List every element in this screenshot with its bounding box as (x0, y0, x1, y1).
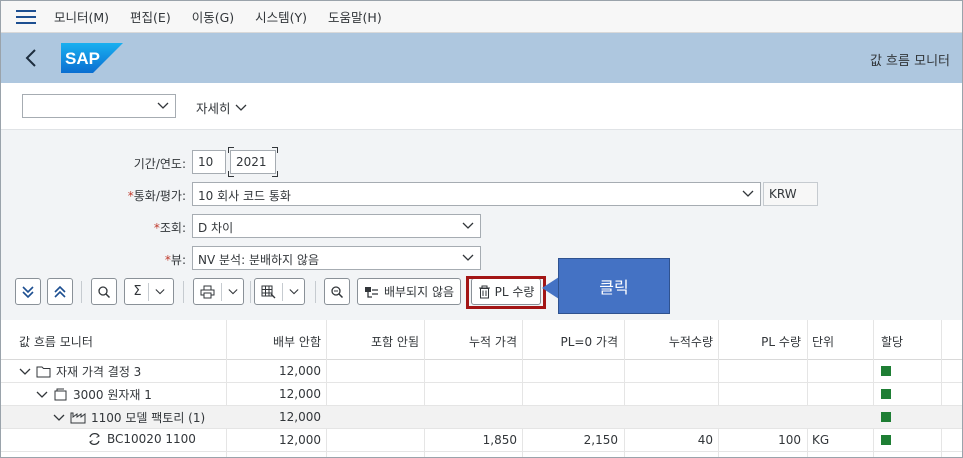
layout-select[interactable]: NV 분석: 분배하지 않음 (192, 246, 481, 270)
col-header-pl0-price[interactable]: PL=0 가격 (523, 333, 618, 350)
currency-label: *통화/평가: (127, 189, 186, 203)
sap-logo: SAP (61, 43, 123, 73)
table-row[interactable]: 자재 가격 결정 3 12,000 (1, 360, 962, 383)
chevron-down-icon (157, 102, 169, 109)
status-indicator (881, 435, 891, 445)
print-menu-button[interactable] (193, 278, 244, 305)
row-name: 1100 모델 팩토리 (1) (91, 411, 206, 425)
cell-unallocated: 12,000 (279, 410, 321, 424)
expand-all-button[interactable] (15, 278, 41, 305)
collapse-all-button[interactable] (47, 278, 73, 305)
table-row[interactable]: BC10020 1100 12,000 1,850 2,150 40 100 K… (1, 429, 962, 452)
table-row[interactable]: 3000 원자재 1 12,000 (1, 383, 962, 406)
status-indicator (881, 412, 891, 422)
material-cycle-icon (89, 432, 100, 446)
period-field[interactable]: 10 (192, 150, 226, 174)
row-name: BC10020 1100 (107, 432, 196, 446)
table-row[interactable]: 1100 모델 팩토리 (1) 12,000 (1, 406, 962, 429)
status-indicator (881, 389, 891, 399)
toolbar-separator (183, 281, 184, 303)
cell-pl0-price: 2,150 (583, 433, 618, 447)
chevron-down-icon (462, 254, 474, 261)
printer-icon (200, 285, 214, 298)
menu-item-monitor[interactable]: 모니터(M) (54, 7, 109, 26)
details-label: 자세히 (196, 101, 231, 116)
search-icon (98, 285, 111, 298)
zoom-button[interactable] (324, 278, 350, 305)
chevron-down-icon (462, 222, 474, 229)
menu-item-system[interactable]: 시스템(Y) (255, 7, 307, 26)
variant-select[interactable] (22, 94, 176, 118)
chevron-down-icon (235, 104, 246, 111)
variant-row: 자세히 (1, 83, 962, 130)
menu-bar: 모니터(M) 편집(E) 이동(G) 시스템(Y) 도움말(H) (1, 1, 962, 33)
hamburger-menu-icon[interactable] (16, 9, 36, 24)
unallocated-label: 배부되지 않음 (383, 285, 455, 299)
row-name: 자재 가격 결정 3 (56, 365, 142, 379)
menu-item-edit[interactable]: 편집(E) (130, 7, 171, 26)
shell-header: SAP 값 흐름 모니터 (1, 33, 962, 83)
zoom-icon (331, 285, 344, 298)
chevron-down-icon[interactable] (36, 389, 48, 401)
currency-select[interactable]: 10 회사 코드 통화 (192, 182, 761, 206)
row-name: 3000 원자재 1 (73, 388, 152, 402)
cell-unallocated: 12,000 (279, 387, 321, 401)
value-flow-table: 값 흐름 모니터 배부 안함 포함 안됨 누적 가격 PL=0 가격 누적수량 … (1, 320, 962, 457)
svg-text:SAP: SAP (65, 49, 100, 68)
details-toggle[interactable]: 자세히 (196, 98, 247, 117)
grid-export-icon (261, 285, 275, 298)
cell-cum-price: 1,850 (482, 433, 517, 447)
chevron-down-icon (155, 288, 165, 294)
col-header-excluded[interactable]: 포함 안됨 (327, 333, 419, 350)
double-chevron-down-icon (22, 285, 34, 298)
col-header-cum-price[interactable]: 누적 가격 (425, 333, 517, 350)
table-header: 값 흐름 모니터 배부 안함 포함 안됨 누적 가격 PL=0 가격 누적수량 … (1, 320, 962, 360)
sum-menu-button[interactable]: Σ (124, 278, 174, 305)
find-button[interactable] (91, 278, 117, 305)
col-header-unallocated[interactable]: 배부 안함 (227, 333, 321, 350)
allocation-icon (364, 286, 378, 298)
period-label: 기간/연도: (133, 157, 186, 171)
folder-icon (36, 366, 51, 378)
double-chevron-up-icon (54, 285, 66, 298)
chevron-down-icon[interactable] (53, 412, 65, 424)
layout-label: *뷰: (164, 253, 186, 267)
callout-pointer (542, 277, 559, 299)
cell-unallocated: 12,000 (279, 433, 321, 447)
currency-code: KRW (763, 182, 818, 206)
sigma-icon: Σ (133, 284, 142, 299)
export-menu-button[interactable] (254, 278, 305, 305)
cell-pl-qty: 100 (778, 433, 801, 447)
col-header-pl-qty[interactable]: PL 수량 (719, 333, 801, 350)
status-indicator (881, 366, 891, 376)
col-header-monitor[interactable]: 값 흐름 모니터 (19, 333, 93, 350)
unallocated-button[interactable]: 배부되지 않음 (357, 278, 461, 305)
chevron-down-icon (742, 190, 754, 197)
cell-cum-qty: 40 (697, 433, 713, 447)
cell-unallocated: 12,000 (279, 364, 321, 378)
toolbar-separator (81, 281, 82, 303)
toolbar-separator (315, 281, 316, 303)
material-icon (54, 388, 67, 401)
click-callout: 클릭 (558, 258, 670, 314)
chevron-down-icon (288, 288, 299, 294)
col-header-cum-qty[interactable]: 누적수량 (625, 333, 713, 350)
view-select[interactable]: D 차이 (192, 214, 481, 238)
factory-icon (70, 412, 86, 424)
year-field[interactable]: 2021 (230, 150, 276, 174)
toolbar-separator (250, 281, 251, 303)
chevron-down-icon[interactable] (19, 366, 31, 378)
cell-unit: KG (812, 433, 830, 447)
chevron-down-icon (227, 288, 238, 294)
col-header-unit[interactable]: 단위 (812, 333, 834, 350)
menu-item-goto[interactable]: 이동(G) (192, 7, 234, 26)
app-title: 값 흐름 모니터 (869, 54, 950, 69)
back-icon[interactable] (25, 48, 43, 68)
view-label: *조회: (153, 221, 186, 235)
highlight-box (466, 276, 546, 309)
sap-window: 모니터(M) 편집(E) 이동(G) 시스템(Y) 도움말(H) SAP 값 흐… (0, 0, 963, 458)
menu-item-help[interactable]: 도움말(H) (328, 7, 382, 26)
col-header-allocation[interactable]: 할당 (881, 333, 903, 350)
